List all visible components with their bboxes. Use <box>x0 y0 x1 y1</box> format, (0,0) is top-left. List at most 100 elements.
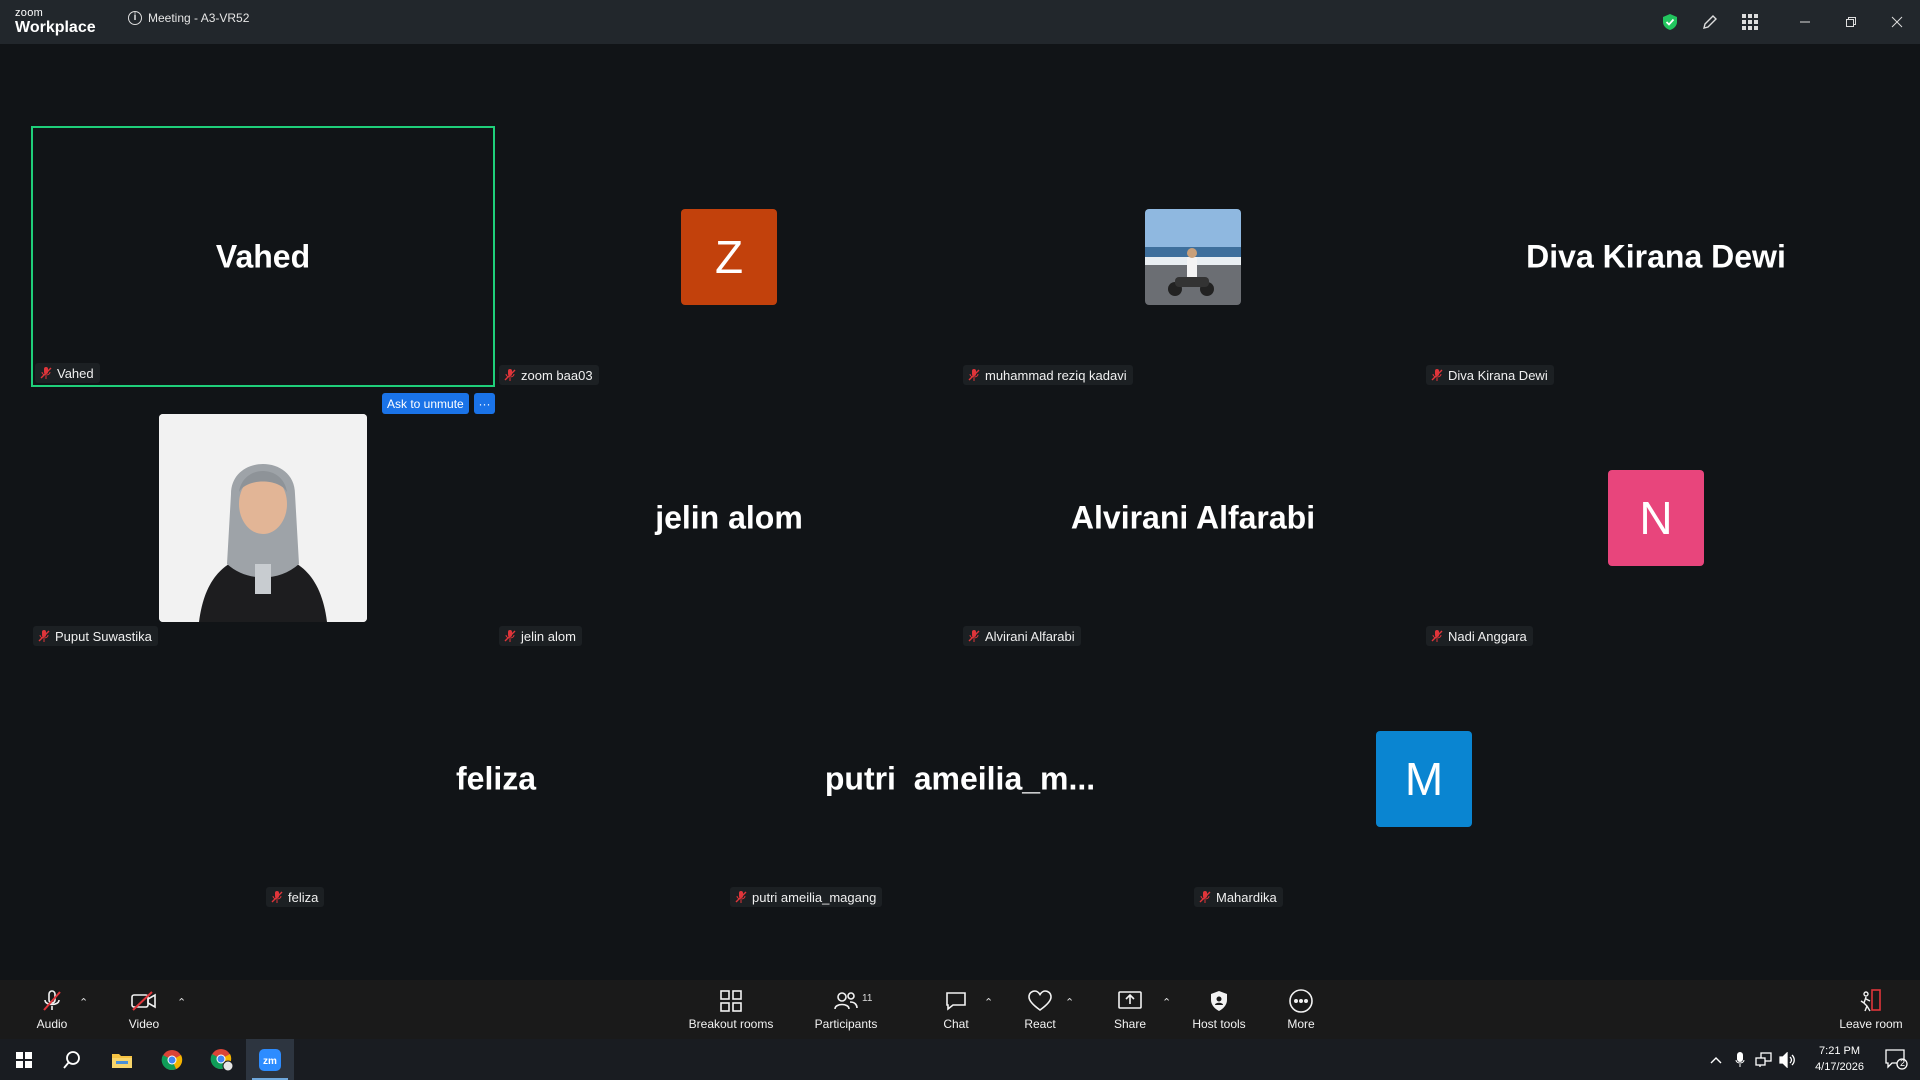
share-options-chevron-icon[interactable]: ⌃ <box>1162 996 1171 1009</box>
video-options-chevron-icon[interactable]: ⌃ <box>177 996 186 1009</box>
participant-tile-putri[interactable]: putri ameilia_m... putri ameilia_magang <box>728 648 1192 909</box>
name-tag-text: Vahed <box>57 365 94 381</box>
meeting-info[interactable]: i Meeting - A3-VR52 <box>128 11 249 25</box>
participant-tile-puput[interactable]: Puput Suwastika <box>31 387 495 648</box>
chat-button[interactable]: Chat <box>934 980 978 1039</box>
name-tag-text: jelin alom <box>521 628 576 644</box>
windows-start-icon[interactable] <box>0 1039 48 1080</box>
zoom-workplace-logo: zoom Workplace <box>15 8 96 36</box>
minimize-button[interactable] <box>1782 0 1828 44</box>
host-tools-button[interactable]: Host tools <box>1188 980 1250 1039</box>
clock-time: 7:21 PM <box>1819 1045 1861 1057</box>
participant-tile-alvirani[interactable]: Alvirani Alfarabi Alvirani Alfarabi <box>961 387 1425 648</box>
participant-tile-mahardika[interactable]: M Mahardika <box>1192 648 1656 909</box>
audio-label: Audio <box>36 1017 68 1031</box>
more-label: More <box>1287 1017 1315 1031</box>
react-label: React <box>1024 1017 1056 1031</box>
name-tag: Mahardika <box>1194 887 1283 907</box>
chat-bubble-icon <box>944 988 968 1014</box>
react-button[interactable]: React <box>1018 980 1062 1039</box>
name-tag: muhammad reziq kadavi <box>963 365 1133 385</box>
restore-button[interactable] <box>1828 0 1874 44</box>
muted-mic-icon <box>38 630 50 642</box>
participant-display-name: feliza <box>455 760 537 796</box>
participant-display-name: Vahed <box>215 238 311 274</box>
gallery-view: Vahed Vahed Z zoom baa03 muhammad reziq … <box>0 44 1920 980</box>
share-screen-icon <box>1117 988 1143 1014</box>
system-tray <box>1704 1039 1800 1080</box>
chrome-icon[interactable] <box>148 1039 196 1080</box>
show-hidden-icons-chevron-icon[interactable] <box>1704 1056 1728 1064</box>
leave-room-label: Leave room <box>1839 1017 1903 1031</box>
name-tag: putri ameilia_magang <box>730 887 883 907</box>
name-tag: Alvirani Alfarabi <box>963 626 1081 646</box>
volume-icon[interactable] <box>1776 1051 1800 1068</box>
share-button[interactable]: Share <box>1108 980 1152 1039</box>
name-tag-text: zoom baa03 <box>521 367 593 383</box>
react-options-chevron-icon[interactable]: ⌃ <box>1065 996 1074 1009</box>
system-clock[interactable]: 7:21 PM 4/17/2026 <box>1815 1043 1864 1075</box>
share-label: Share <box>1113 1017 1147 1031</box>
name-tag: Diva Kirana Dewi <box>1426 365 1554 385</box>
participant-tile-diva[interactable]: Diva Kirana Dewi Diva Kirana Dewi <box>1424 126 1888 387</box>
participants-button[interactable]: Participants <box>808 980 884 1039</box>
more-button[interactable]: More <box>1281 980 1321 1039</box>
name-tag-text: Puput Suwastika <box>55 628 152 644</box>
chat-options-chevron-icon[interactable]: ⌃ <box>984 996 993 1009</box>
tile-more-options-button[interactable]: ··· <box>474 393 495 414</box>
chrome-profile-icon[interactable] <box>198 1039 246 1080</box>
participant-display-name: jelin alom <box>655 499 803 535</box>
breakout-rooms-button[interactable]: Breakout rooms <box>680 980 782 1039</box>
security-shield-icon[interactable] <box>1650 0 1690 44</box>
search-icon[interactable] <box>48 1039 96 1080</box>
svg-text:zm: zm <box>263 1056 277 1067</box>
audio-button[interactable]: Audio <box>30 980 74 1039</box>
participant-tile-nadi[interactable]: N Nadi Anggara <box>1424 387 1888 648</box>
participant-tile-zoom-baa03[interactable]: Z zoom baa03 <box>497 126 961 387</box>
name-tag: Vahed <box>35 363 100 383</box>
participant-tile-jelin[interactable]: jelin alom jelin alom <box>497 387 961 648</box>
muted-mic-icon <box>40 367 52 379</box>
name-tag-text: Alvirani Alfarabi <box>985 628 1075 644</box>
muted-mic-icon <box>968 369 980 381</box>
host-tools-label: Host tools <box>1192 1017 1246 1031</box>
leave-room-button[interactable]: Leave room <box>1836 980 1906 1039</box>
muted-mic-icon <box>40 988 64 1014</box>
video-off-icon <box>130 988 158 1014</box>
apps-grid-icon[interactable] <box>1730 0 1770 44</box>
video-button[interactable]: Video <box>122 980 166 1039</box>
notifications-icon[interactable]: 2 <box>1884 1048 1908 1070</box>
participants-label: Participants <box>814 1017 878 1031</box>
meeting-toolbar: Audio ⌃ Video ⌃ Breakout rooms Participa… <box>0 980 1920 1039</box>
video-label: Video <box>128 1017 160 1031</box>
name-tag: feliza <box>266 887 325 907</box>
muted-mic-icon <box>1431 369 1443 381</box>
network-icon[interactable] <box>1752 1051 1776 1068</box>
meeting-title: Meeting - A3-VR52 <box>148 11 250 25</box>
microphone-tray-icon[interactable] <box>1728 1051 1752 1068</box>
participant-display-name: Alvirani Alfarabi <box>1070 499 1316 535</box>
file-explorer-icon[interactable] <box>98 1039 146 1080</box>
name-tag: Puput Suwastika <box>33 626 158 646</box>
ask-to-unmute-button[interactable]: Ask to unmute <box>382 393 469 414</box>
name-tag: jelin alom <box>499 626 582 646</box>
participant-tile-muhammad[interactable]: muhammad reziq kadavi <box>961 126 1425 387</box>
chat-label: Chat <box>943 1017 969 1031</box>
participant-display-name: Diva Kirana Dewi <box>1526 238 1786 274</box>
name-tag: Nadi Anggara <box>1426 626 1533 646</box>
title-bar: zoom Workplace i Meeting - A3-VR52 <box>0 0 1920 44</box>
name-tag-text: Diva Kirana Dewi <box>1448 367 1548 383</box>
logo-bottom-text: Workplace <box>15 19 96 36</box>
muted-mic-icon <box>968 630 980 642</box>
audio-options-chevron-icon[interactable]: ⌃ <box>79 996 88 1009</box>
name-tag-text: muhammad reziq kadavi <box>985 367 1127 383</box>
participant-tile-vahed[interactable]: Vahed Vahed <box>31 126 495 387</box>
zoom-app-icon[interactable]: zm <box>246 1039 294 1080</box>
close-button[interactable] <box>1874 0 1920 44</box>
participant-display-name: putri ameilia_m... <box>824 760 1096 796</box>
muted-mic-icon <box>1199 891 1211 903</box>
participant-tile-feliza[interactable]: feliza feliza <box>264 648 728 909</box>
annotate-pencil-icon[interactable] <box>1690 0 1730 44</box>
info-icon[interactable]: i <box>128 11 142 25</box>
muted-mic-icon <box>1431 630 1443 642</box>
